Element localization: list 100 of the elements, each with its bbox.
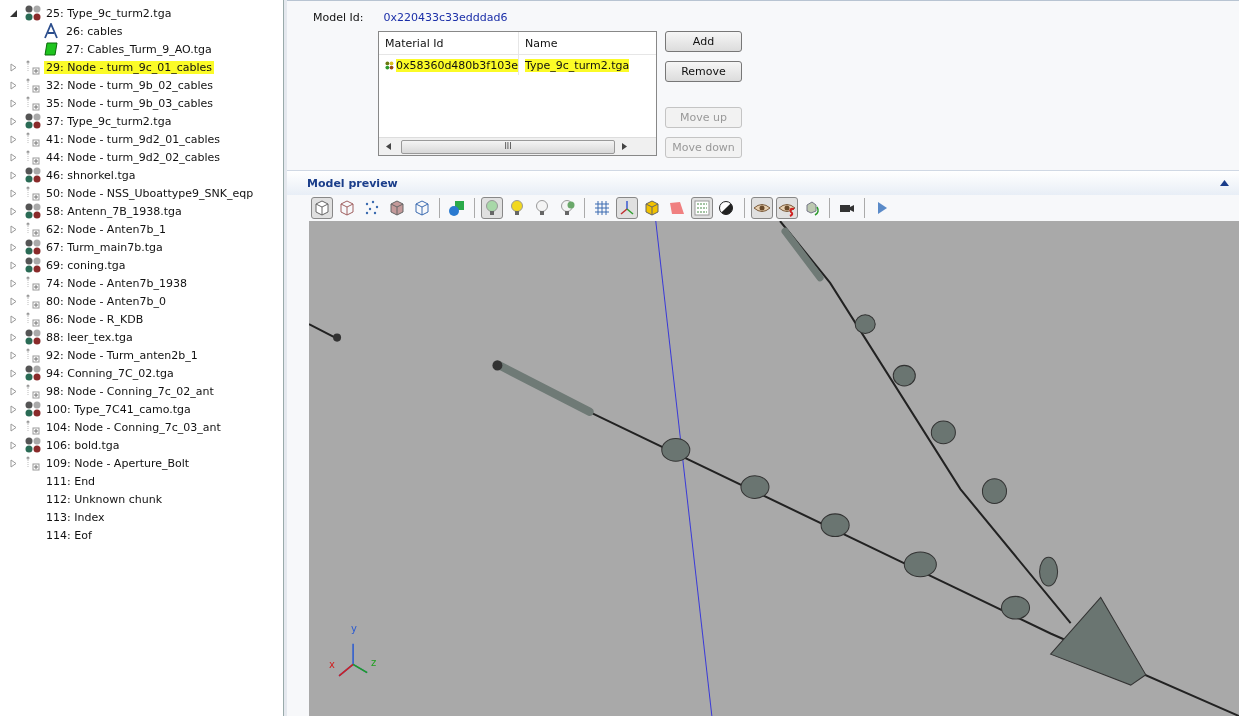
collapsed-icon[interactable] <box>8 440 18 450</box>
node-icon <box>24 59 42 75</box>
tree-item[interactable]: 92: Node - Turm_anten2b_1 <box>44 348 200 362</box>
tree-item[interactable]: 112: Unknown chunk <box>44 492 165 506</box>
plane-icon <box>668 199 686 217</box>
section-title: Model preview <box>307 176 398 190</box>
bulb-icon <box>533 199 551 217</box>
tree-item[interactable]: 27: Cables_Turm_9_AO.tga <box>64 42 214 56</box>
expanded-icon[interactable] <box>8 8 18 18</box>
horizontal-scrollbar[interactable]: III <box>379 137 656 155</box>
tree-item[interactable]: 111: End <box>44 474 98 488</box>
node-icon <box>24 311 42 327</box>
node-icon <box>24 149 42 165</box>
tree-item[interactable]: 94: Conning_7C_02.tga <box>44 366 176 380</box>
collapsed-icon[interactable] <box>8 386 18 396</box>
collapsed-icon[interactable] <box>8 368 18 378</box>
collapsed-icon[interactable] <box>8 404 18 414</box>
collapsed-icon[interactable] <box>8 296 18 306</box>
node-icon <box>24 275 42 291</box>
action-button[interactable]: Add <box>665 31 742 52</box>
section-header[interactable]: Model preview <box>287 170 1239 195</box>
collapsed-icon[interactable] <box>8 314 18 324</box>
wire-cube-icon <box>413 199 431 217</box>
collapsed-icon[interactable] <box>8 260 18 270</box>
tree-item[interactable]: 67: Turm_main7b.tga <box>44 240 165 254</box>
node-icon <box>24 77 42 93</box>
scroll-right-icon[interactable] <box>621 142 627 150</box>
tree-item[interactable]: 25: Type_9c_turm2.tga <box>44 6 174 20</box>
tree-item[interactable]: 62: Node - Anten7b_1 <box>44 222 168 236</box>
contrast-icon <box>718 199 736 217</box>
node-icon <box>24 347 42 363</box>
toolbar-button[interactable] <box>776 197 798 219</box>
tree-item[interactable]: 69: coning.tga <box>44 258 128 272</box>
grid-icon <box>593 199 611 217</box>
tree-item[interactable]: 80: Node - Anten7b_0 <box>44 294 168 308</box>
collapsed-icon[interactable] <box>8 206 18 216</box>
collapse-icon[interactable] <box>1220 180 1229 186</box>
axis-label: x <box>329 659 335 670</box>
tree-item[interactable]: 109: Node - Aperture_Bolt <box>44 456 192 470</box>
collapsed-icon[interactable] <box>8 62 18 72</box>
tree-item[interactable]: 104: Node - Conning_7c_03_ant <box>44 420 223 434</box>
collapsed-icon[interactable] <box>8 422 18 432</box>
tree-item[interactable]: 41: Node - turm_9d2_01_cables <box>44 132 222 146</box>
tree-item[interactable]: 114: Eof <box>44 528 94 542</box>
collapsed-icon[interactable] <box>8 278 18 288</box>
texture-icon <box>44 42 58 56</box>
spheres-icon <box>24 203 42 219</box>
tree-item[interactable]: 32: Node - turm_9b_02_cables <box>44 78 215 92</box>
tree-item[interactable]: 113: Index <box>44 510 107 524</box>
node-icon <box>24 185 42 201</box>
spheres-icon <box>24 5 42 21</box>
shapes-icon <box>448 199 466 217</box>
tree-item[interactable]: 86: Node - R_KDB <box>44 312 146 326</box>
node-icon <box>24 221 42 237</box>
collapsed-icon[interactable] <box>8 188 18 198</box>
column-header[interactable]: Name <box>519 36 656 50</box>
spheres-icon <box>24 257 42 273</box>
tree-item[interactable]: 37: Type_9c_turm2.tga <box>44 114 174 128</box>
tree-item[interactable]: 100: Type_7C41_camo.tga <box>44 402 193 416</box>
scroll-left-icon[interactable] <box>385 142 391 150</box>
column-header[interactable]: Material Id <box>379 32 519 54</box>
tree-item[interactable]: 74: Node - Anten7b_1938 <box>44 276 189 290</box>
collapsed-icon[interactable] <box>8 134 18 144</box>
tree-item[interactable]: 29: Node - turm_9c_01_cables <box>44 60 215 74</box>
collapsed-icon[interactable] <box>8 224 18 234</box>
collapsed-icon[interactable] <box>8 170 18 180</box>
collapsed-icon[interactable] <box>8 350 18 360</box>
xyz-icon <box>693 199 711 217</box>
node-icon <box>24 419 42 435</box>
tree-item[interactable]: 106: bold.tga <box>44 438 122 452</box>
tree-item[interactable]: 98: Node - Conning_7c_02_ant <box>44 384 216 398</box>
tree-item[interactable]: 46: shnorkel.tga <box>44 168 138 182</box>
tree-item[interactable]: 58: Antenn_7B_1938.tga <box>44 204 184 218</box>
tree-item[interactable]: 26: cables <box>64 24 125 38</box>
axis-label: y <box>351 623 357 634</box>
node-icon <box>24 383 42 399</box>
bulbs-icon <box>558 199 576 217</box>
collapsed-icon[interactable] <box>8 80 18 90</box>
spheres-icon <box>24 437 42 453</box>
action-button[interactable]: Remove <box>665 61 742 82</box>
rotate-icon <box>803 199 821 217</box>
tree-item[interactable]: 88: leer_tex.tga <box>44 330 135 344</box>
spheres-icon <box>24 329 42 345</box>
collapsed-icon[interactable] <box>8 152 18 162</box>
collapsed-icon[interactable] <box>8 116 18 126</box>
node-icon <box>24 455 42 471</box>
node-icon <box>24 293 42 309</box>
bulb-icon <box>483 199 501 217</box>
collapsed-icon[interactable] <box>8 458 18 468</box>
collapsed-icon[interactable] <box>8 242 18 252</box>
tree-item[interactable]: 35: Node - turm_9b_03_cables <box>44 96 215 110</box>
tree-item[interactable]: 44: Node - turm_9d2_02_cables <box>44 150 222 164</box>
toolbar-button[interactable] <box>751 197 773 219</box>
collapsed-icon[interactable] <box>8 98 18 108</box>
node-icon <box>24 131 42 147</box>
collapsed-icon[interactable] <box>8 332 18 342</box>
model-id-value: 0x220433c33edddad6 <box>383 11 508 24</box>
model-id-label: Model Id: <box>313 11 364 24</box>
tree-item[interactable]: 50: Node - NSS_Uboattype9_SNK_eqp <box>44 186 256 200</box>
cube-icon <box>388 199 406 217</box>
